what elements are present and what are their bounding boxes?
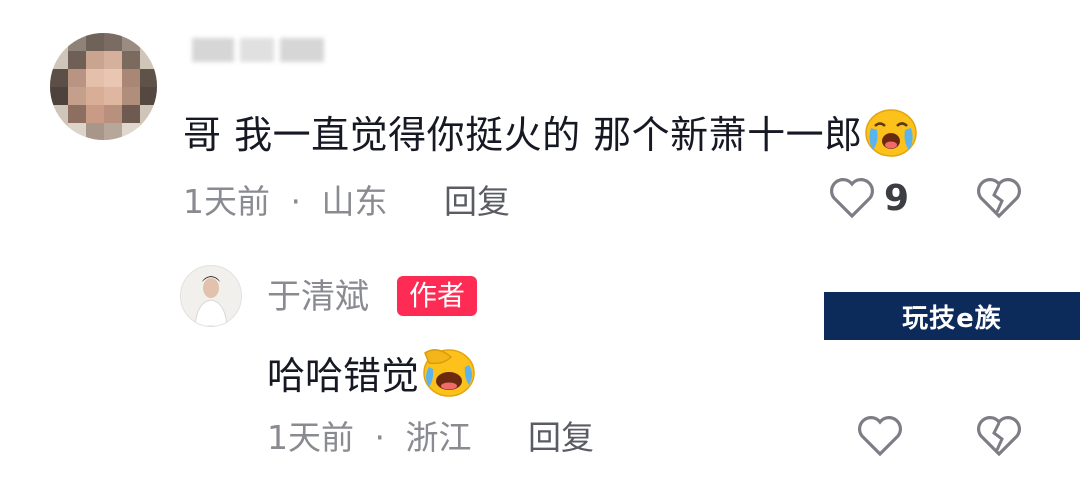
like-button[interactable] (828, 176, 876, 224)
comment-time: 1天前 (183, 182, 270, 221)
author-name[interactable]: 于清斌 (267, 276, 369, 318)
dislike-button[interactable] (975, 414, 1023, 462)
reply-location: 浙江 (405, 418, 472, 457)
dislike-button[interactable] (975, 176, 1023, 224)
watermark-text: 玩技e族 (902, 303, 1002, 334)
reply-text: 哈哈错觉 (267, 343, 477, 410)
comment-meta: 1天前 · 山东 回复 (183, 182, 510, 222)
heart-icon (830, 178, 874, 219)
heart-icon (858, 416, 902, 457)
reply-meta: 1天前 · 浙江 回复 (267, 418, 594, 458)
like-count: 9 (884, 178, 910, 219)
commenter-name-blurred[interactable] (180, 32, 340, 72)
like-button[interactable] (856, 414, 904, 462)
laughing-covering-face-icon (419, 343, 477, 410)
watermark-banner: 玩技e族 (824, 292, 1080, 340)
reply-time: 1天前 (267, 418, 354, 457)
author-badge: 作者 (397, 276, 477, 316)
author-avatar[interactable] (180, 265, 242, 327)
broken-heart-icon (977, 178, 1021, 219)
meta-separator: · (290, 182, 302, 221)
crying-face-icon (863, 106, 919, 169)
comment-location: 山东 (321, 182, 388, 221)
reply-button[interactable]: 回复 (444, 182, 510, 221)
commenter-avatar[interactable] (50, 33, 157, 140)
reply-button[interactable]: 回复 (528, 418, 594, 457)
meta-separator: · (374, 418, 386, 457)
comment-text: 哥 我一直觉得你挺火的 那个新萧十一郎 (183, 106, 919, 169)
broken-heart-icon (977, 416, 1021, 457)
